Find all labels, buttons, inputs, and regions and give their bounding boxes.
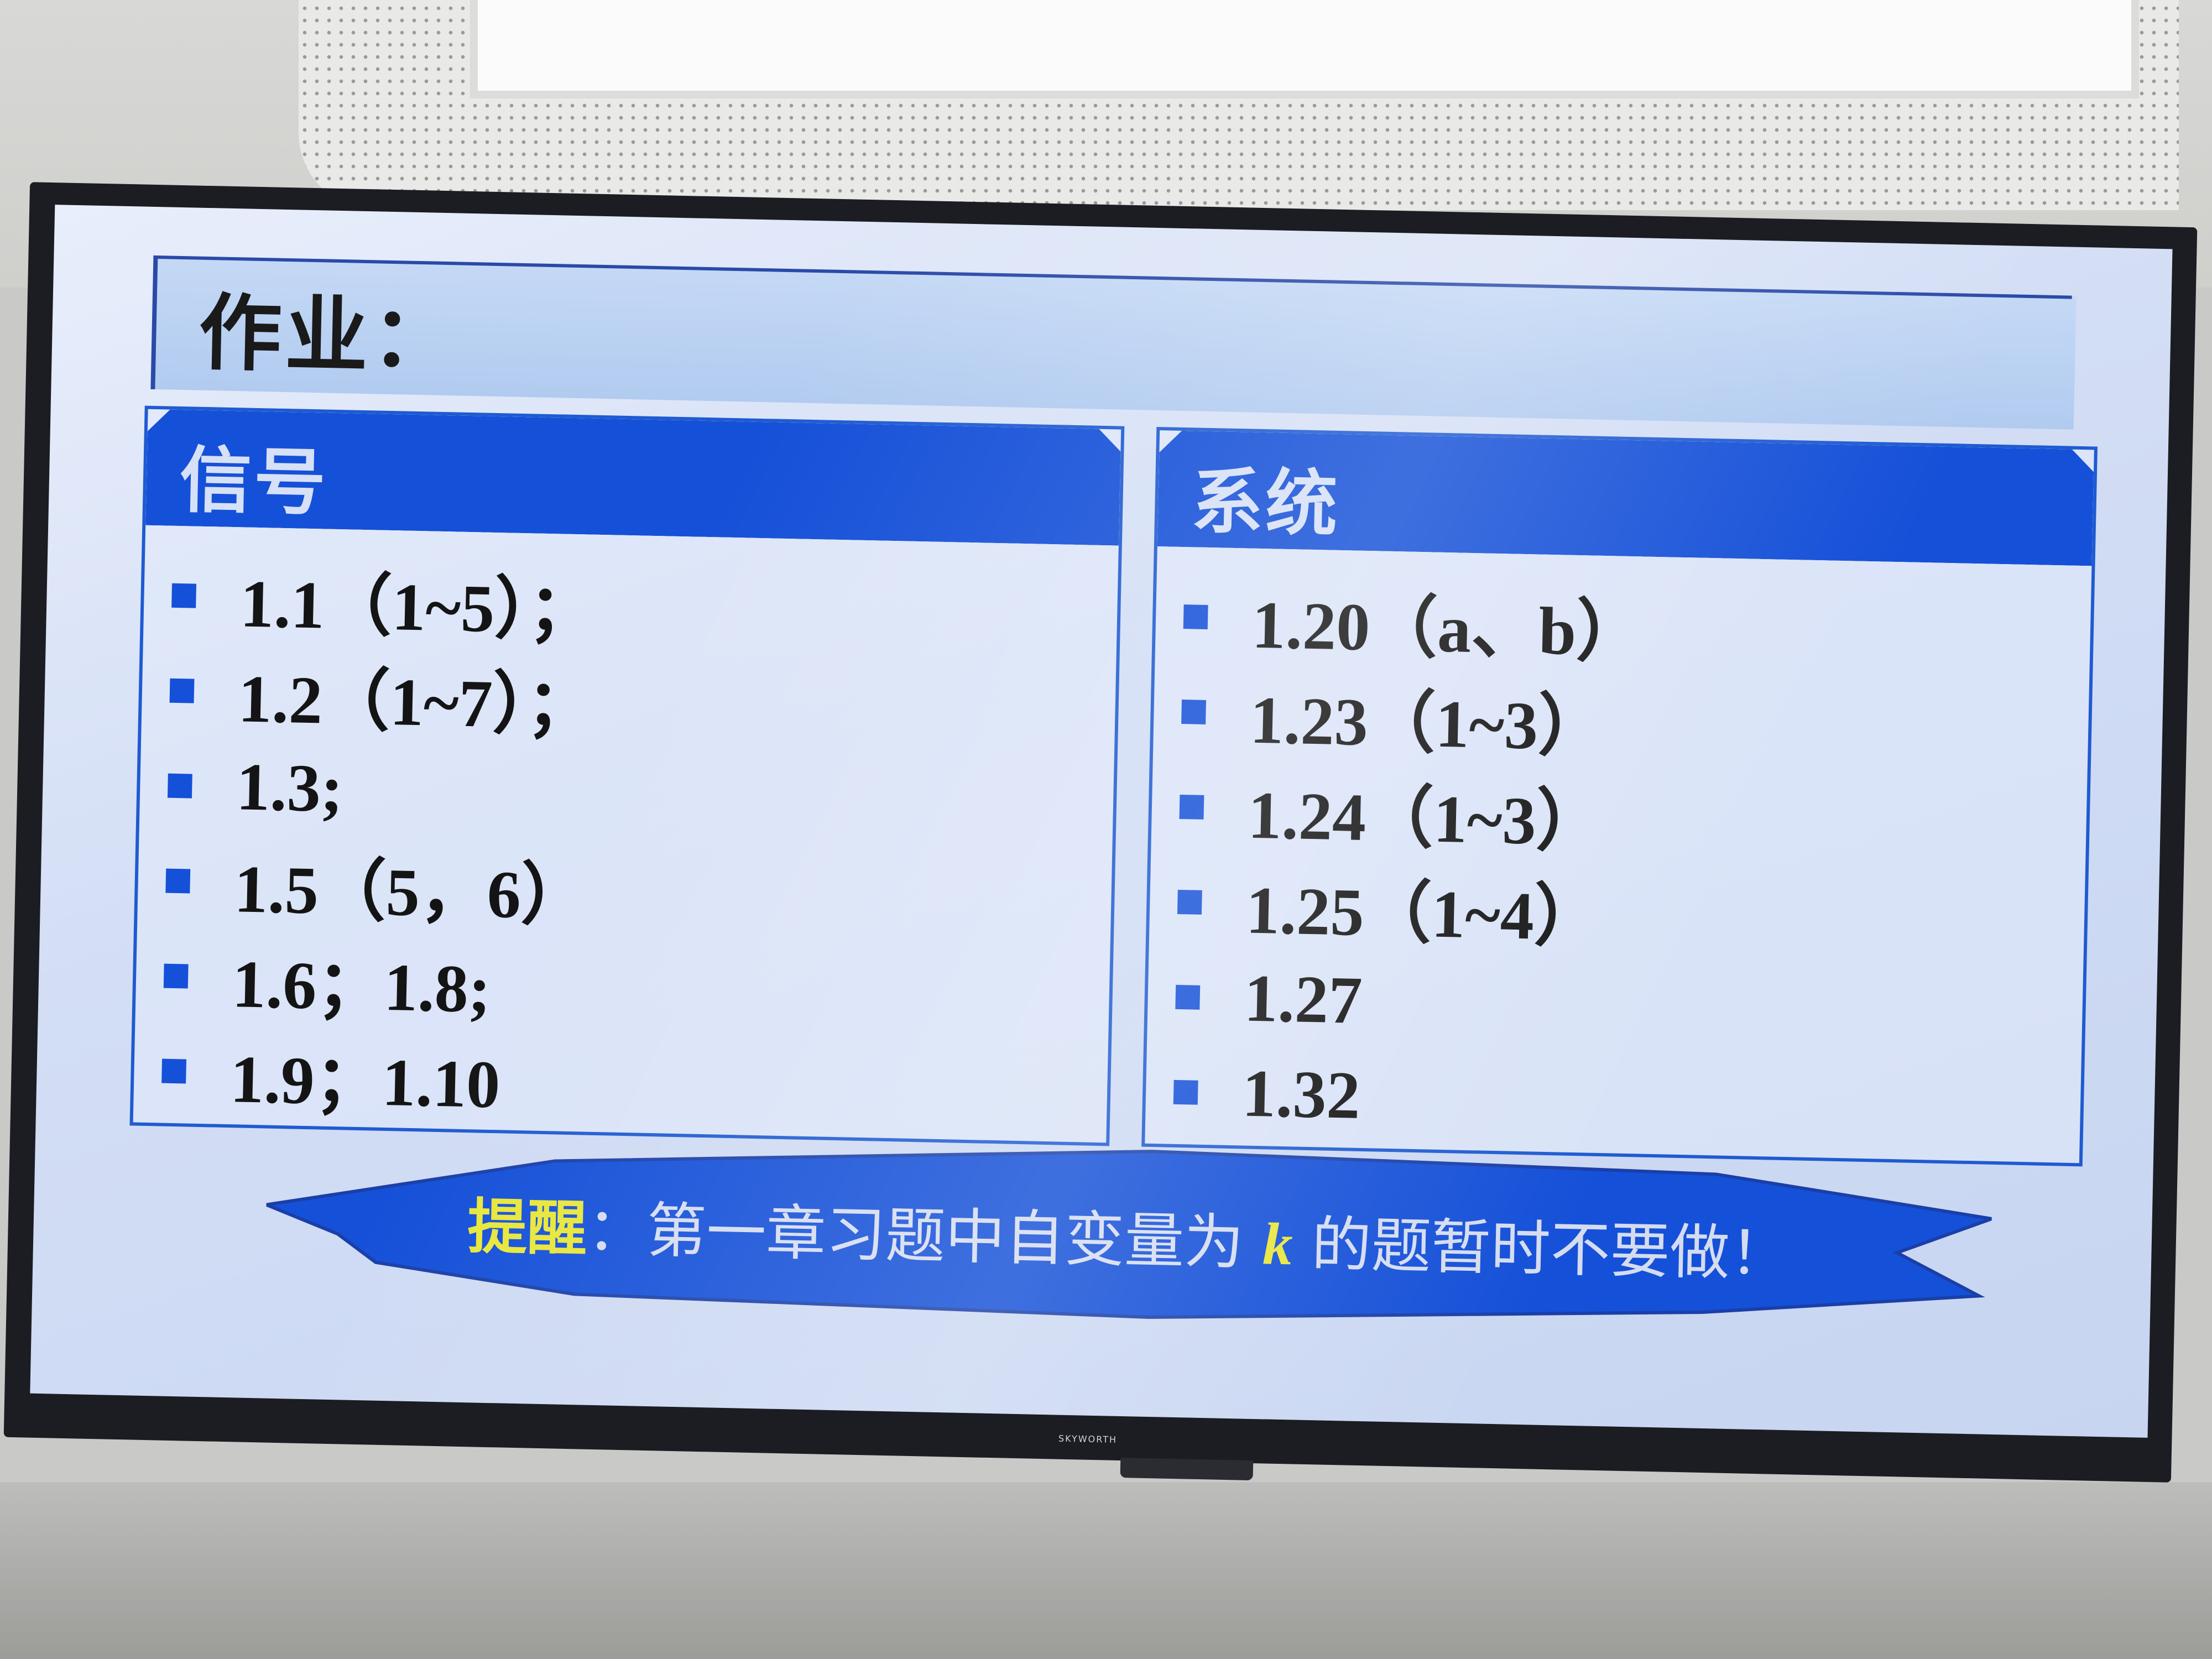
reminder-variable: k (1262, 1211, 1293, 1278)
signals-panel: 信号 1.1（1~5）； 1.2（1~7）； 1.3; 1.5（5，6） 1.6… (129, 405, 1125, 1146)
item-text: 1.20（a、b） (1251, 587, 1645, 670)
reminder-body-start: 第一章习题中自变量为 (646, 1196, 1264, 1279)
square-bullet-icon (1173, 1079, 1198, 1105)
item-text: 1.5（5，6） (233, 851, 589, 934)
reminder-body-end: 的题暂时不要做！ (1292, 1209, 1790, 1290)
ceiling-light (470, 0, 2139, 98)
television: 作业： 信号 1.1（1~5）； 1.2（1~7）； 1.3; 1.5（5，6）… (3, 182, 2198, 1483)
square-bullet-icon (169, 678, 195, 703)
item-text: 1.1（1~5）； (239, 566, 597, 649)
square-bullet-icon (1183, 604, 1208, 629)
item-list: 1.1（1~5）； 1.2（1~7）； 1.3; 1.5（5，6） 1.6；1.… (161, 548, 1107, 1138)
item-text: 1.3; (235, 749, 344, 827)
list-item: 1.27 (1175, 950, 2072, 1063)
item-text: 1.25（1~4） (1245, 873, 1603, 955)
item-text: 1.32 (1241, 1056, 1361, 1133)
item-list: 1.20（a、b） 1.23（1~3） 1.24（1~3） 1.25（1~4） … (1172, 569, 2080, 1159)
item-text: 1.27 (1243, 961, 1363, 1038)
reminder-colon: ： (586, 1194, 648, 1265)
reminder-banner: 提醒：第一章习题中自变量为 k 的题暂时不要做！ (264, 1122, 1993, 1340)
square-bullet-icon (1175, 984, 1201, 1010)
item-text: 1.9；1.10 (229, 1041, 501, 1122)
square-bullet-icon (1179, 794, 1204, 820)
wall (0, 1482, 2212, 1659)
square-bullet-icon (1177, 889, 1202, 915)
systems-panel: 系统 1.20（a、b） 1.23（1~3） 1.24（1~3） 1.25（1~… (1141, 426, 2098, 1167)
slide-title: 作业： (197, 285, 459, 387)
item-text: 1.2（1~7）； (237, 661, 594, 744)
square-bullet-icon (1181, 700, 1207, 724)
tv-screen: 作业： 信号 1.1（1~5）； 1.2（1~7）； 1.3; 1.5（5，6）… (30, 205, 2173, 1438)
tv-stand (1120, 1458, 1254, 1481)
panel-title: 系统 (1190, 459, 1341, 546)
list-item: 1.32 (1172, 1045, 2070, 1159)
panel-title: 信号 (179, 438, 329, 525)
list-item: 1.9；1.10 (161, 1024, 1097, 1138)
square-bullet-icon (161, 1058, 187, 1084)
square-bullet-icon (165, 868, 191, 894)
square-bullet-icon (163, 963, 189, 989)
item-text: 1.24（1~3） (1247, 778, 1604, 860)
list-item: 1.25（1~4） (1177, 854, 2074, 968)
square-bullet-icon (171, 583, 197, 608)
item-text: 1.23（1~3） (1249, 682, 1606, 765)
list-item: 1.2（1~7）； (169, 643, 1105, 758)
item-text: 1.6；1.8; (231, 946, 492, 1027)
square-bullet-icon (167, 773, 192, 799)
reminder-label: 提醒 (467, 1192, 588, 1264)
